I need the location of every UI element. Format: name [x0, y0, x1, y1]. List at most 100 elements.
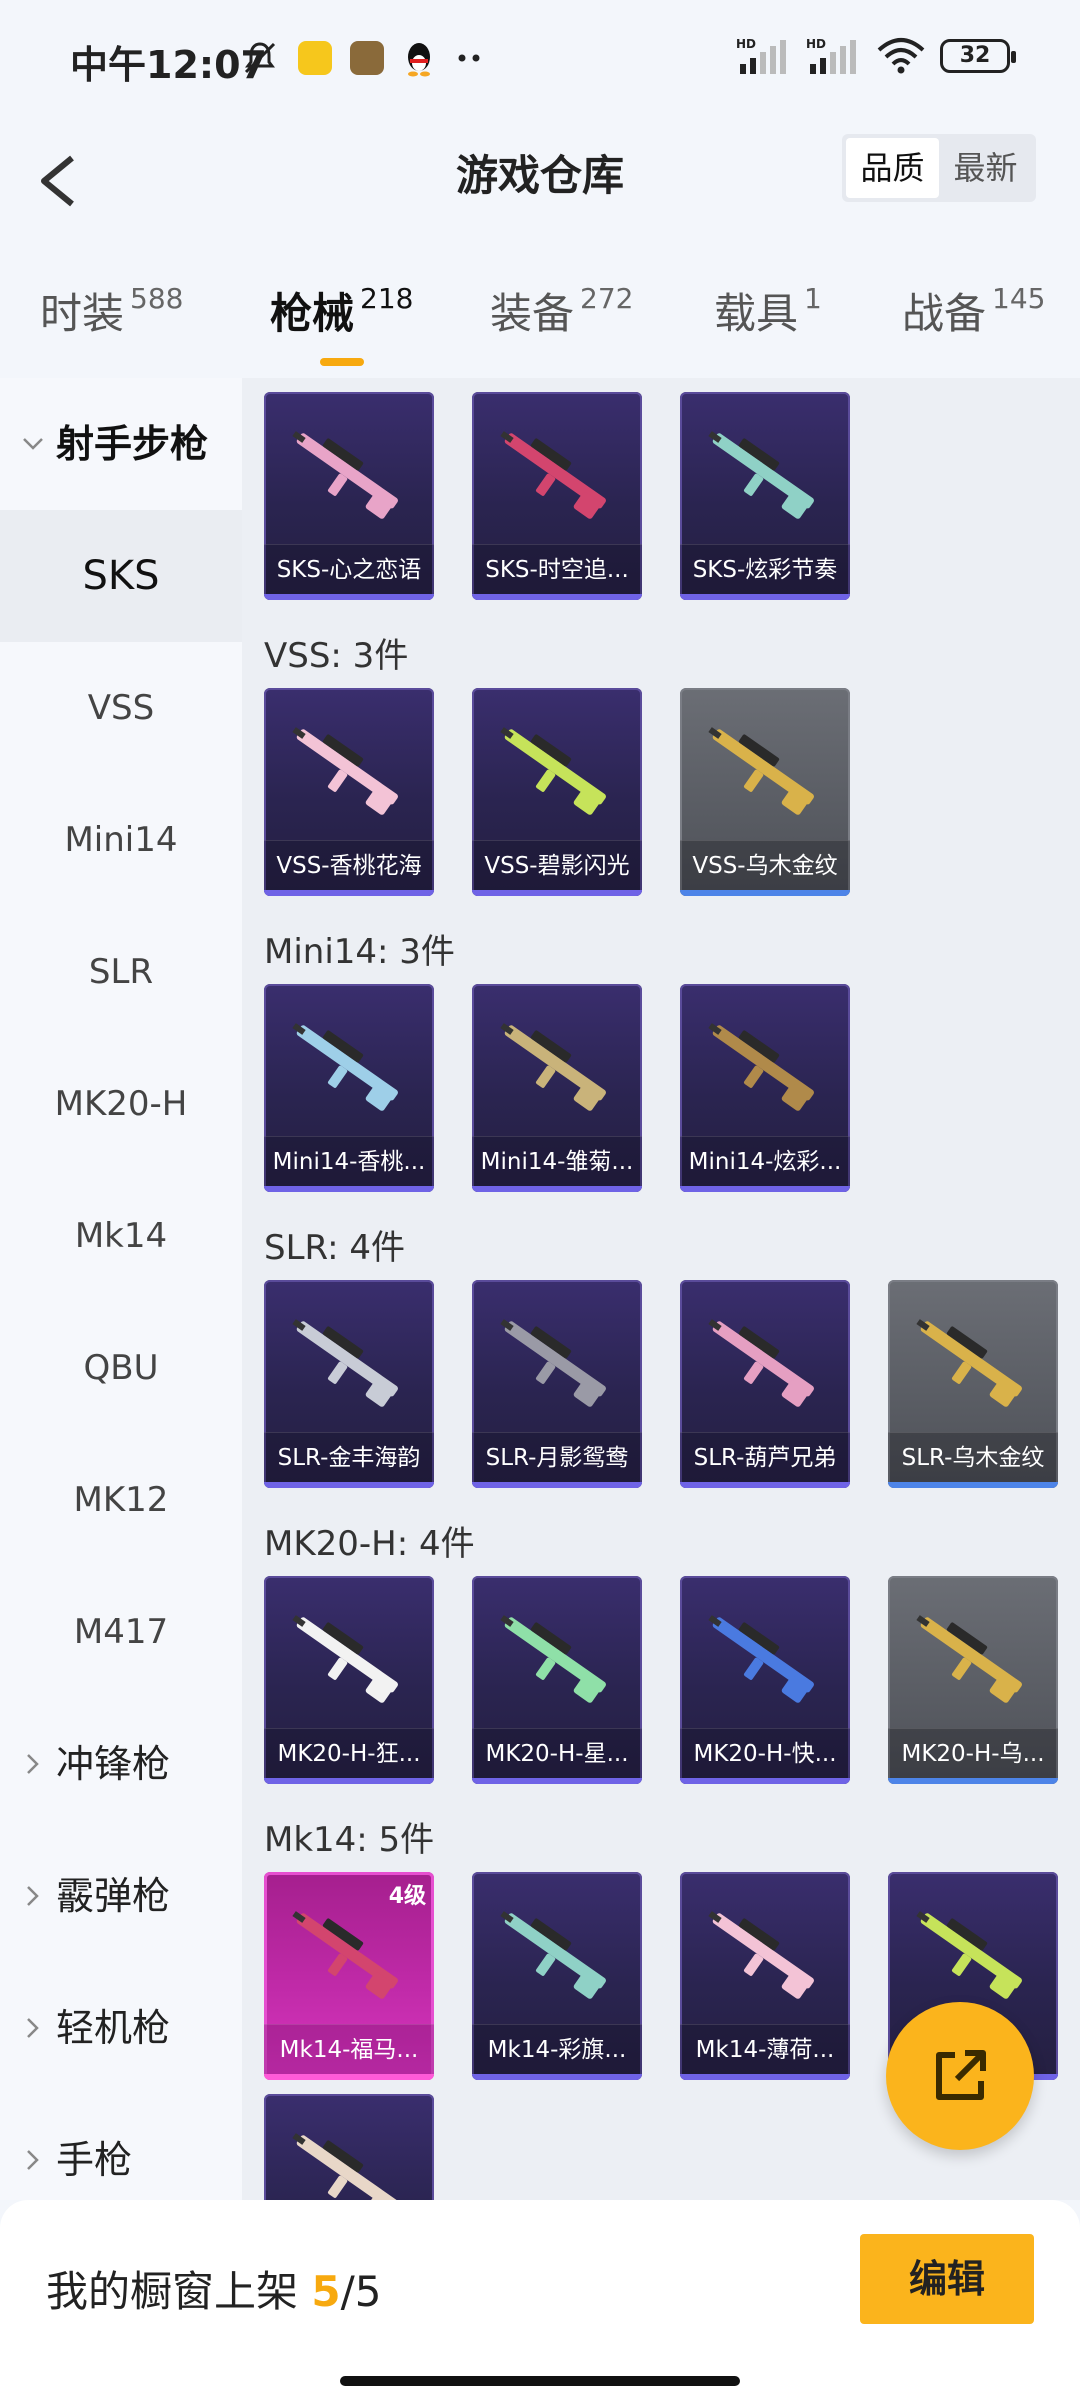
- item-card-label: Mk14-福马...: [264, 2024, 434, 2074]
- chevron-right-icon: [18, 2094, 48, 2200]
- item-card[interactable]: Mk14-彩旗...: [472, 1872, 642, 2080]
- item-card[interactable]: SLR-月影鸳鸯: [472, 1280, 642, 1488]
- sidebar-item-sks[interactable]: SKS: [0, 510, 242, 642]
- sidebar-group-marksman[interactable]: 射手步枪: [0, 378, 242, 510]
- item-card-label: SLR-葫芦兄弟: [680, 1432, 850, 1482]
- qq-penguin-icon: [408, 43, 430, 77]
- sidebar-item-mk20h[interactable]: MK20-H: [0, 1038, 242, 1170]
- item-card[interactable]: VSS-香桃花海: [264, 688, 434, 896]
- rifle-icon: [916, 1911, 1022, 1999]
- item-card[interactable]: MK20-H-星...: [472, 1576, 642, 1784]
- item-card-label: Mini14-雏菊...: [472, 1136, 642, 1186]
- item-card[interactable]: 4级 Mk14-福马...: [264, 1872, 434, 2080]
- item-card[interactable]: VSS-碧影闪光: [472, 688, 642, 896]
- item-card-label: MK20-H-乌...: [888, 1728, 1058, 1778]
- item-card[interactable]: MK20-H-快...: [680, 1576, 850, 1784]
- hd-signal-icon: HD: [736, 37, 786, 74]
- rarity-bar: [680, 1186, 850, 1192]
- tab-label: 枪械: [270, 289, 355, 338]
- item-card[interactable]: SLR-金丰海韵: [264, 1280, 434, 1488]
- sidebar-item-slr[interactable]: SLR: [0, 906, 242, 1038]
- tab-guns[interactable]: 枪械 218: [270, 280, 413, 366]
- inventory-grid: SKS-心之恋语 SKS-时空追... SKS-炫彩节奏 VSS: 3件 VSS-香桃花…: [242, 378, 1080, 2200]
- tab-fashion[interactable]: 时装 588: [40, 280, 183, 360]
- section-title: Mk14: 5件: [264, 1820, 435, 1860]
- rifle-icon: [292, 727, 398, 815]
- tab-count: 272: [580, 282, 634, 315]
- bottom-bar: 我的橱窗上架 5/5 编辑: [0, 2200, 1080, 2400]
- sidebar-group-label: 手枪: [56, 2138, 133, 2182]
- rarity-bar: [680, 1778, 850, 1784]
- rifle-icon: [500, 1911, 606, 1999]
- tab-vehicles[interactable]: 载具 1: [714, 280, 822, 360]
- rifle-icon: [292, 1911, 398, 1999]
- level-badge: 4级: [388, 1884, 426, 1909]
- tab-label: 装备: [490, 289, 575, 338]
- item-card-label: VSS-香桃花海: [264, 840, 434, 890]
- item-card[interactable]: SKS-心之恋语: [264, 392, 434, 600]
- edit-button[interactable]: 编辑: [860, 2234, 1034, 2324]
- item-card-label: SLR-月影鸳鸯: [472, 1432, 642, 1482]
- sidebar-item-mk12[interactable]: MK12: [0, 1434, 242, 1566]
- tab-equipment[interactable]: 装备 272: [490, 280, 633, 360]
- rarity-bar: [888, 1778, 1058, 1784]
- item-card-label: SLR-金丰海韵: [264, 1432, 434, 1482]
- sidebar-group-smg[interactable]: 冲锋枪: [0, 1698, 242, 1830]
- section-title: SLR: 4件: [264, 1228, 405, 1268]
- item-card-label: SKS-心之恋语: [264, 544, 434, 594]
- tab-active-indicator: [319, 358, 364, 366]
- app-icon-game: [350, 41, 384, 75]
- rarity-bar: [472, 2074, 642, 2080]
- sidebar-item-vss[interactable]: VSS: [0, 642, 242, 774]
- share-fab-button[interactable]: [886, 2002, 1034, 2150]
- item-card[interactable]: Mini14-雏菊...: [472, 984, 642, 1192]
- item-card[interactable]: [264, 2094, 434, 2200]
- sidebar-group-label: 射手步枪: [56, 422, 209, 466]
- sort-option-newest[interactable]: 最新: [939, 138, 1032, 198]
- rarity-bar: [264, 594, 434, 600]
- item-card[interactable]: SKS-炫彩节奏: [680, 392, 850, 600]
- rifle-icon: [500, 1319, 606, 1407]
- sidebar-item-m417[interactable]: M417: [0, 1566, 242, 1698]
- item-card[interactable]: MK20-H-狂...: [264, 1576, 434, 1784]
- showcase-count: 我的橱窗上架 5/5: [46, 2258, 381, 2319]
- item-card[interactable]: SLR-乌木金纹: [888, 1280, 1058, 1488]
- sidebar-group-pistol[interactable]: 手枪: [0, 2094, 242, 2200]
- rarity-bar: [472, 594, 642, 600]
- item-card[interactable]: Mk14-薄荷...: [680, 1872, 850, 2080]
- more-dots-icon: [458, 54, 480, 62]
- tab-count: 588: [130, 282, 184, 315]
- item-card[interactable]: Mini14-香桃...: [264, 984, 434, 1192]
- rifle-icon: [500, 727, 606, 815]
- rifle-icon: [500, 431, 606, 519]
- rarity-bar: [264, 1778, 434, 1784]
- sidebar-item-mk14[interactable]: Mk14: [0, 1170, 242, 1302]
- sort-option-quality[interactable]: 品质: [846, 138, 939, 198]
- sidebar-group-shotgun[interactable]: 霰弹枪: [0, 1830, 242, 1962]
- rarity-bar: [888, 1482, 1058, 1488]
- rifle-icon: [708, 1023, 814, 1111]
- home-indicator[interactable]: [340, 2376, 740, 2386]
- item-card[interactable]: MK20-H-乌...: [888, 1576, 1058, 1784]
- item-card-label: Mini14-香桃...: [264, 1136, 434, 1186]
- rifle-icon: [292, 1319, 398, 1407]
- showcase-label: 我的橱窗上架: [46, 2267, 299, 2316]
- rifle-icon: [708, 431, 814, 519]
- tab-label: 载具: [714, 289, 799, 338]
- item-card[interactable]: Mini14-炫彩...: [680, 984, 850, 1192]
- tab-combat-gear[interactable]: 战备 145: [902, 280, 1045, 360]
- rifle-icon: [916, 1319, 1022, 1407]
- sidebar-item-qbu[interactable]: QBU: [0, 1302, 242, 1434]
- item-card[interactable]: VSS-乌木金纹: [680, 688, 850, 896]
- sidebar-group-lmg[interactable]: 轻机枪: [0, 1962, 242, 2094]
- item-card[interactable]: SKS-时空追...: [472, 392, 642, 600]
- rarity-bar: [472, 1778, 642, 1784]
- rarity-bar: [264, 890, 434, 896]
- section-title: VSS: 3件: [264, 636, 409, 676]
- sidebar: 射手步枪 SKS VSS Mini14 SLR MK20-H Mk14 QBU …: [0, 378, 242, 2200]
- item-card-label: VSS-碧影闪光: [472, 840, 642, 890]
- item-card-label: Mk14-彩旗...: [472, 2024, 642, 2074]
- item-card[interactable]: SLR-葫芦兄弟: [680, 1280, 850, 1488]
- section-title: Mini14: 3件: [264, 932, 455, 972]
- sidebar-item-mini14[interactable]: Mini14: [0, 774, 242, 906]
